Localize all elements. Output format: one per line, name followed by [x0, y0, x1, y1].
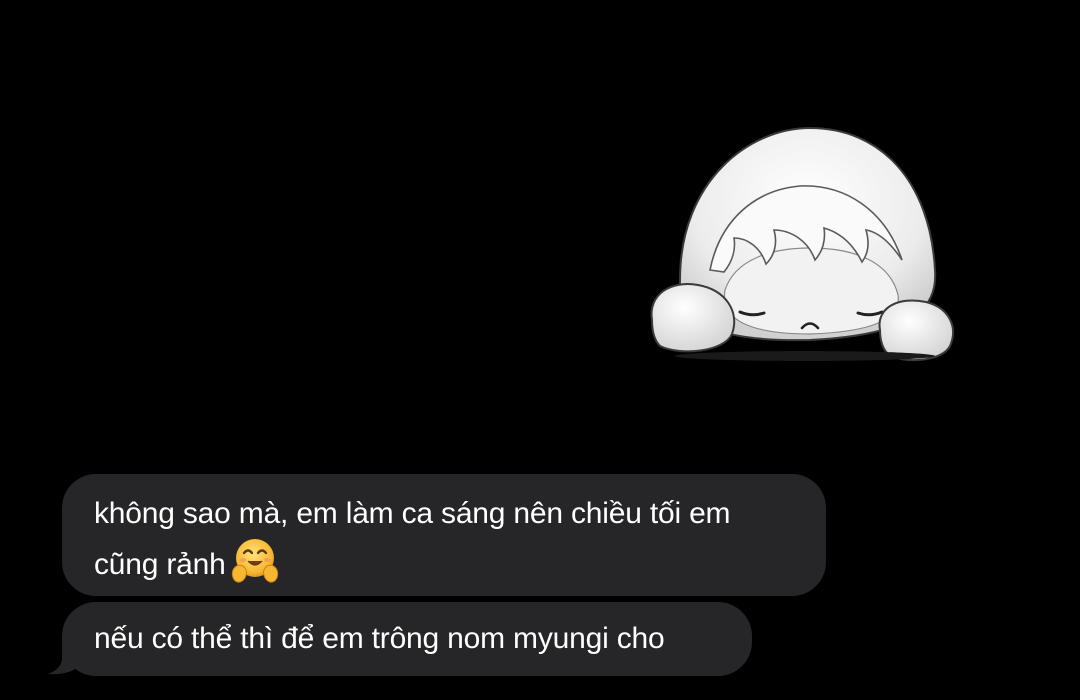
hugging-face-emoji-icon — [230, 536, 280, 586]
message-text-line: cũng rảnh — [94, 536, 796, 587]
message-bubble[interactable]: nếu có thể thì để em trông nom myungi ch… — [62, 602, 752, 676]
message-text-line: không sao mà, em làm ca sáng nên chiều t… — [94, 497, 731, 530]
message-text: cũng rảnh — [94, 548, 226, 581]
message-text-line: nếu có thể thì để em trông nom myungi ch… — [94, 622, 665, 655]
sad-fluffy-sticker-icon[interactable] — [640, 120, 960, 370]
bubble-tail — [48, 636, 82, 675]
message-bubble[interactable]: không sao mà, em làm ca sáng nên chiều t… — [62, 474, 826, 596]
